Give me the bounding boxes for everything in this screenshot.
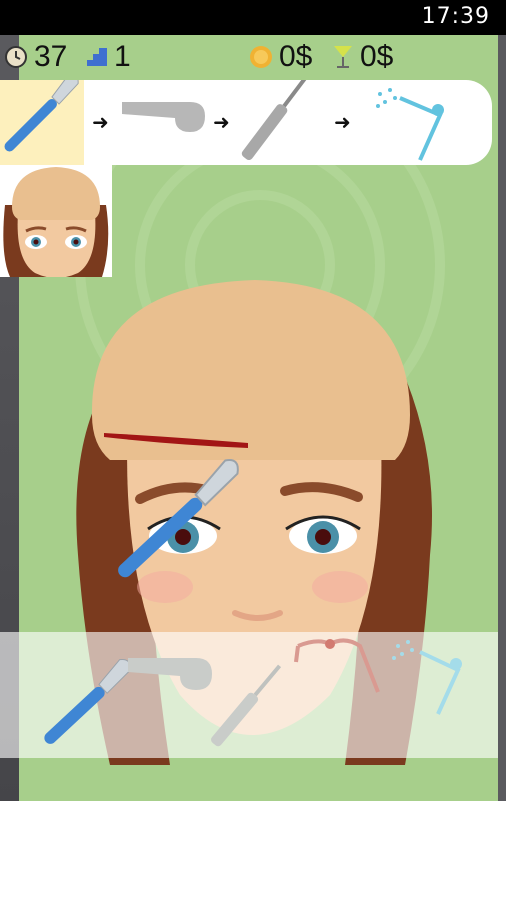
cheek-right	[312, 571, 368, 603]
hud: 37 1 0$ 0$	[0, 35, 506, 79]
step-arrow-2: ➜	[213, 112, 230, 134]
tool-needle-button[interactable]	[209, 662, 284, 748]
coin-icon	[250, 46, 272, 68]
procedure-step-icons	[4, 80, 444, 161]
timer-value: 37	[34, 40, 68, 73]
tool-suture-button[interactable]	[294, 638, 380, 693]
tool-retractor-button[interactable]	[128, 658, 212, 690]
patient-portrait	[3, 167, 109, 277]
coins-value: 0$	[279, 40, 313, 73]
tips: 0$	[332, 40, 393, 74]
step-arrow-1: ➜	[92, 112, 109, 134]
tool-bar-icons	[39, 638, 462, 748]
step-arrow-3: ➜	[334, 112, 351, 134]
pupil-left	[175, 529, 191, 545]
status-bar: 17:39	[0, 0, 506, 35]
step-water-spray-icon	[376, 88, 444, 161]
step-scalpel-icon	[4, 80, 79, 152]
level-value: 1	[114, 40, 131, 73]
tips-value: 0$	[360, 40, 394, 73]
cheek-left	[137, 571, 193, 603]
tool-water-spray-button[interactable]	[392, 640, 462, 715]
cocktail-glass-icon	[334, 46, 352, 68]
bottom-empty-area	[0, 801, 506, 900]
stairs-icon	[87, 48, 107, 66]
tool-scalpel-button[interactable]	[39, 656, 134, 746]
status-time: 17:39	[421, 4, 490, 29]
scalp	[91, 280, 411, 460]
patient-thumbnail	[0, 165, 112, 277]
level: 1	[86, 40, 131, 74]
clock-icon	[5, 46, 27, 68]
timer: 37	[4, 40, 67, 74]
coins: 0$	[249, 40, 312, 74]
step-needle-icon	[241, 80, 307, 161]
step-retractor-icon	[122, 102, 205, 132]
pupil-right	[315, 529, 331, 545]
